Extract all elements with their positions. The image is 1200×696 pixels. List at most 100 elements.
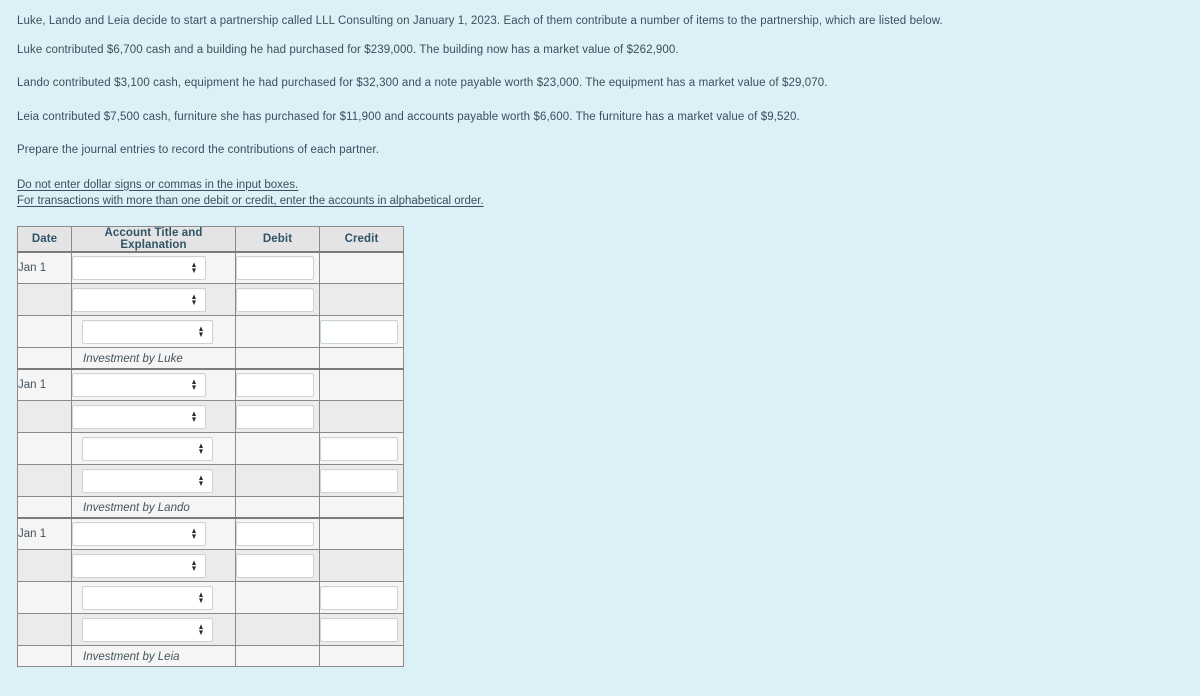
journal-entry-row: ▲ ▼: [17, 315, 404, 349]
account-select-wrapper: ▲ ▼: [72, 553, 235, 578]
journal-date-cell: [17, 347, 72, 370]
journal-debit-cell: [235, 367, 320, 402]
journal-debit-cell: [235, 315, 320, 349]
journal-date-cell: [17, 400, 72, 434]
journal-date-cell: [17, 645, 72, 668]
debit-amount-input[interactable]: [236, 256, 314, 281]
journal-date-cell: [17, 581, 72, 615]
journal-account-cell: ▲ ▼: [71, 315, 236, 349]
account-select-wrapper: ▲ ▼: [72, 436, 235, 461]
debit-amount-input[interactable]: [236, 404, 314, 429]
journal-credit-cell: [319, 400, 404, 434]
journal-date-cell: Jan 1: [17, 516, 72, 551]
credit-amount-input[interactable]: [320, 436, 398, 461]
journal-credit-cell: [319, 516, 404, 551]
column-header-date: Date: [17, 225, 72, 253]
journal-account-cell: ▲ ▼: [71, 613, 236, 647]
journal-credit-cell: [319, 613, 404, 647]
journal-credit-cell: [319, 283, 404, 317]
journal-entry-row: ▲ ▼: [17, 400, 404, 434]
journal-account-cell: Investment by Lando: [71, 496, 236, 519]
journal-debit-cell: [235, 432, 320, 466]
journal-entry-row: ▲ ▼: [17, 283, 404, 317]
journal-account-cell: ▲ ▼: [71, 464, 236, 498]
spinner-updown-icon: ▲ ▼: [190, 408, 198, 424]
spinner-updown-icon: ▲ ▼: [190, 526, 198, 542]
journal-table-head: Date Account Title and Explanation Debit…: [17, 225, 404, 253]
journal-date-cell: [17, 432, 72, 466]
spinner-updown-icon: ▲ ▼: [190, 291, 198, 307]
journal-debit-cell: [235, 496, 320, 519]
journal-entry-row: Jan 1 ▲ ▼: [17, 516, 404, 551]
journal-entry-row: ▲ ▼: [17, 464, 404, 498]
account-title-select[interactable]: ▲ ▼: [72, 373, 206, 398]
journal-entry-row: ▲ ▼: [17, 613, 404, 647]
instruction-line-1: Do not enter dollar signs or commas in t…: [17, 178, 299, 191]
account-title-select[interactable]: ▲ ▼: [82, 319, 213, 344]
journal-debit-cell: [235, 283, 320, 317]
debit-amount-input[interactable]: [236, 522, 314, 547]
account-title-select[interactable]: ▲ ▼: [72, 404, 206, 429]
account-select-wrapper: ▲ ▼: [72, 468, 235, 493]
account-select-wrapper: ▲ ▼: [72, 617, 235, 642]
instruction-line-2: For transactions with more than one debi…: [17, 195, 484, 208]
problem-paragraph-4: Leia contributed $7,500 cash, furniture …: [17, 110, 800, 123]
problem-paragraph-5: Prepare the journal entries to record th…: [17, 144, 379, 157]
journal-explanation-row: Investment by Luke: [17, 347, 404, 370]
credit-amount-input[interactable]: [320, 585, 398, 610]
journal-credit-cell: [319, 367, 404, 402]
problem-paragraph-1: Luke, Lando and Leia decide to start a p…: [17, 15, 943, 27]
account-select-wrapper: ▲ ▼: [72, 404, 235, 429]
journal-account-cell: Investment by Leia: [71, 645, 236, 668]
credit-amount-input[interactable]: [320, 617, 398, 642]
journal-explanation-text: Investment by Lando: [83, 502, 190, 515]
journal-entry-row: Jan 1 ▲ ▼: [17, 367, 404, 402]
journal-credit-cell: [319, 432, 404, 466]
journal-credit-cell: [319, 347, 404, 370]
spinner-updown-icon: ▲ ▼: [197, 472, 205, 488]
journal-date-cell: [17, 315, 72, 349]
journal-debit-cell: [235, 581, 320, 615]
journal-account-cell: ▲ ▼: [71, 367, 236, 402]
debit-amount-input[interactable]: [236, 373, 314, 398]
account-select-wrapper: ▲ ▼: [72, 287, 235, 312]
account-title-select[interactable]: ▲ ▼: [82, 585, 213, 610]
journal-explanation-text: Investment by Luke: [83, 353, 183, 366]
journal-date-cell: [17, 283, 72, 317]
journal-credit-cell: [319, 496, 404, 519]
spinner-updown-icon: ▲ ▼: [190, 377, 198, 393]
column-header-debit: Debit: [235, 225, 320, 253]
journal-account-cell: ▲ ▼: [71, 581, 236, 615]
account-select-wrapper: ▲ ▼: [72, 256, 235, 281]
journal-date-cell: [17, 496, 72, 519]
account-title-select[interactable]: ▲ ▼: [72, 553, 206, 578]
account-select-wrapper: ▲ ▼: [72, 319, 235, 344]
journal-credit-cell: [319, 581, 404, 615]
journal-credit-cell: [319, 464, 404, 498]
account-title-select[interactable]: ▲ ▼: [72, 522, 206, 547]
journal-explanation-row: Investment by Leia: [17, 645, 404, 668]
credit-amount-input[interactable]: [320, 468, 398, 493]
journal-date-cell: [17, 613, 72, 647]
account-title-select[interactable]: ▲ ▼: [82, 468, 213, 493]
problem-paragraph-2: Luke contributed $6,700 cash and a build…: [17, 43, 679, 56]
journal-table-body: Jan 1 ▲ ▼ ▲ ▼ ▲ ▼ Investment by Luke Jan 1 ▲ ▼ ▲ ▼ ▲ ▼…: [17, 250, 404, 668]
problem-paragraph-3: Lando contributed $3,100 cash, equipment…: [17, 77, 828, 90]
debit-amount-input[interactable]: [236, 287, 314, 312]
journal-debit-cell: [235, 464, 320, 498]
account-title-select[interactable]: ▲ ▼: [82, 436, 213, 461]
debit-amount-input[interactable]: [236, 553, 314, 578]
account-title-select[interactable]: ▲ ▼: [72, 256, 206, 281]
account-select-wrapper: ▲ ▼: [72, 585, 235, 610]
journal-credit-cell: [319, 645, 404, 668]
journal-account-cell: ▲ ▼: [71, 549, 236, 583]
journal-date-cell: Jan 1: [17, 250, 72, 285]
exercise-page: Luke, Lando and Leia decide to start a p…: [0, 0, 1200, 668]
account-select-wrapper: ▲ ▼: [72, 373, 235, 398]
credit-amount-input[interactable]: [320, 319, 398, 344]
account-title-select[interactable]: ▲ ▼: [72, 287, 206, 312]
journal-entry-row: ▲ ▼: [17, 432, 404, 466]
journal-explanation-row: Investment by Lando: [17, 496, 404, 519]
spinner-updown-icon: ▲ ▼: [190, 557, 198, 573]
account-title-select[interactable]: ▲ ▼: [82, 617, 213, 642]
